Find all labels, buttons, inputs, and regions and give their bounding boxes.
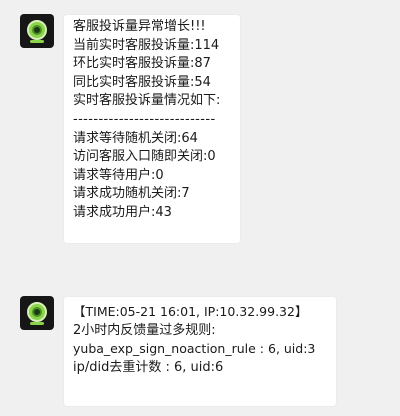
message-bubble[interactable]: 【TIME:05-21 16:01, IP:10.32.99.32】 2小时内反… <box>63 296 337 407</box>
current-count: 当前实时客服投诉量:114 <box>73 37 220 53</box>
stat-success-random-close: 请求成功随机关闭:7 <box>73 186 190 202</box>
stat-entry-close: 访问客服入口随即关闭:0 <box>73 149 216 165</box>
sender-avatar[interactable] <box>20 14 54 48</box>
webcam-stand-icon <box>30 40 44 43</box>
mom-count: 环比实时客服投诉量:87 <box>73 56 211 72</box>
rule-line: yuba_exp_sign_noaction_rule : 6, uid:3 <box>73 341 316 357</box>
stat-success-users: 请求成功用户:43 <box>73 204 172 220</box>
message-2: 【TIME:05-21 16:01, IP:10.32.99.32】 2小时内反… <box>20 296 337 407</box>
detail-heading: 实时客服投诉量情况如下: <box>73 93 221 109</box>
webcam-lens-icon <box>32 307 42 317</box>
time-ip-header: 【TIME:05-21 16:01, IP:10.32.99.32】 <box>73 304 308 319</box>
yoy-count: 同比实时客服投诉量:54 <box>73 74 211 90</box>
webcam-lens-icon <box>32 25 42 35</box>
sender-avatar[interactable] <box>20 296 54 330</box>
message-bubble[interactable]: 客服投诉量异常增长!!! 当前实时客服投诉量:114 环比实时客服投诉量:87 … <box>63 14 241 244</box>
chat-panel: 客服投诉量异常增长!!! 当前实时客服投诉量:114 环比实时客服投诉量:87 … <box>0 0 400 416</box>
stat-waiting-users: 请求等待用户:0 <box>73 167 164 183</box>
dedup-line: ip/did去重计数 : 6, uid:6 <box>73 359 224 375</box>
message-1: 客服投诉量异常增长!!! 当前实时客服投诉量:114 环比实时客服投诉量:87 … <box>20 14 241 244</box>
stat-wait-random-close: 请求等待随机关闭:64 <box>73 130 198 146</box>
rule-heading: 2小时内反馈量过多规则: <box>73 322 216 338</box>
alert-title: 客服投诉量异常增长!!! <box>73 19 206 34</box>
divider-line: ---------------------------- <box>73 111 216 127</box>
webcam-stand-icon <box>30 322 44 325</box>
